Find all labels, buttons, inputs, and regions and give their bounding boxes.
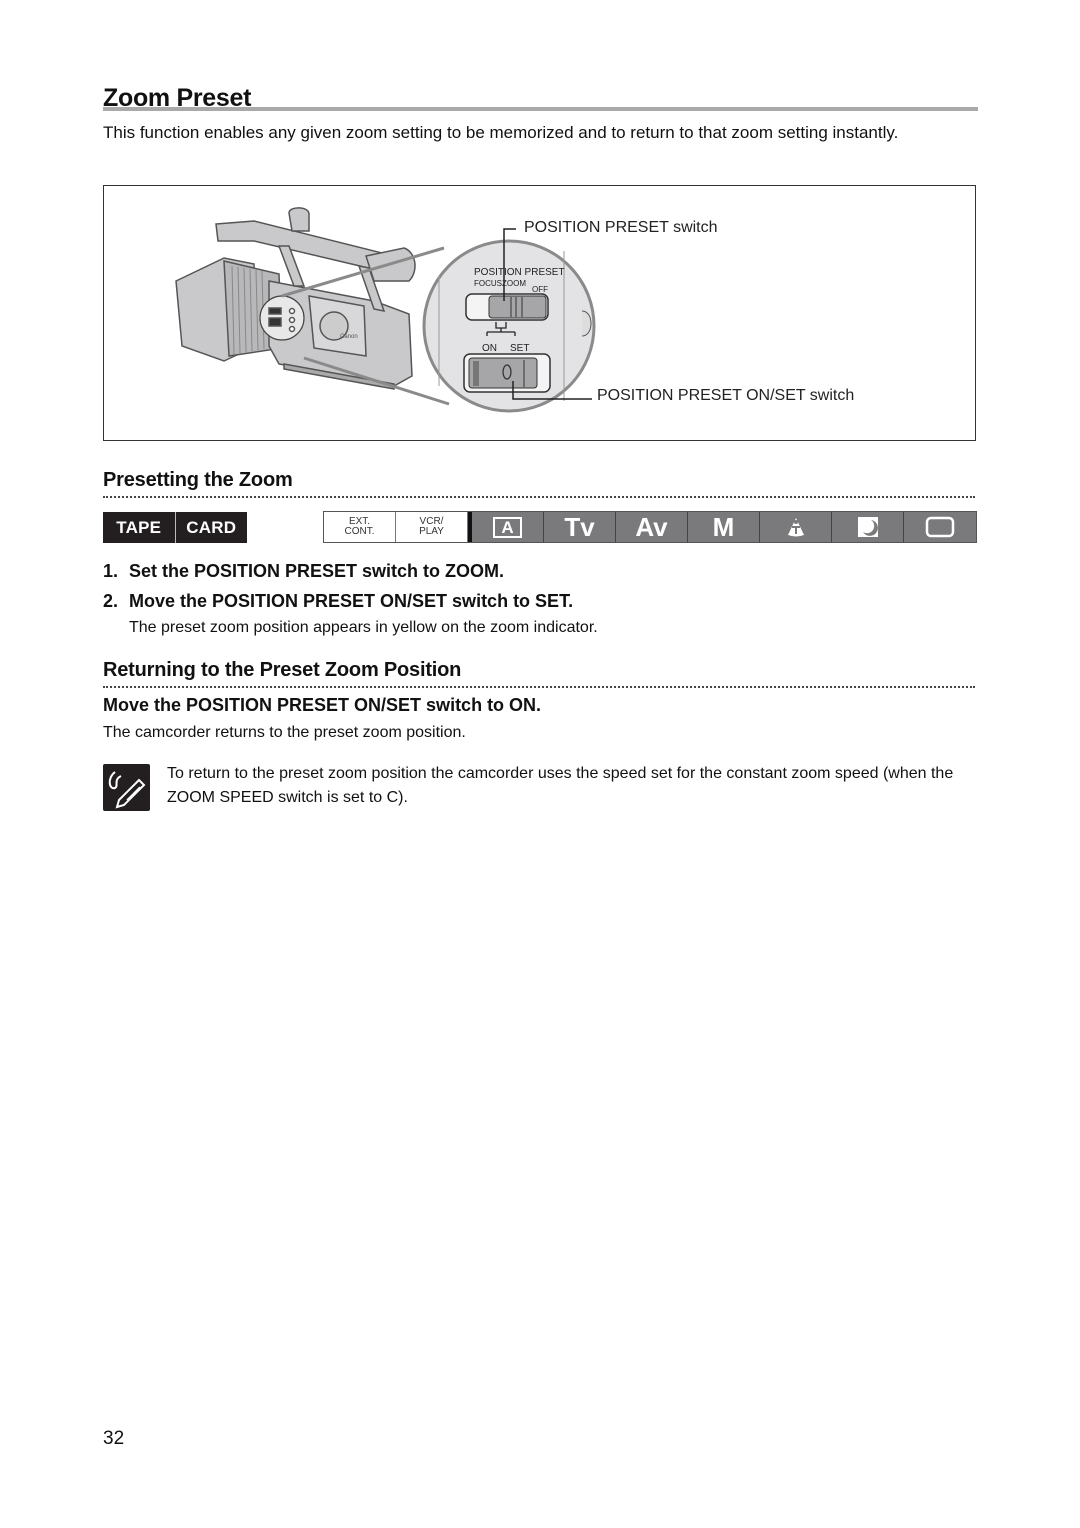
- tv-mode-label: Tv: [564, 511, 595, 542]
- title-underline: [103, 107, 978, 111]
- tv-mode-icon: Tv: [544, 512, 616, 542]
- switch-label-on: ON: [482, 343, 497, 354]
- step-1-number: 1.: [103, 561, 119, 581]
- section-heading-presetting: Presetting the Zoom: [103, 469, 293, 491]
- section-divider: [103, 496, 975, 498]
- mode-availability-bar: EXT. CONT. VCR/ PLAY A Tv Av M: [323, 511, 977, 543]
- section-heading-returning: Returning to the Preset Zoom Position: [103, 659, 462, 681]
- switch-label-focus: FOCUS: [474, 279, 502, 288]
- switch-label-position-preset: POSITION PRESET: [474, 267, 565, 278]
- step-2-note: The preset zoom position appears in yell…: [129, 619, 598, 636]
- spotlight-mode-icon: [760, 512, 832, 542]
- callout-on-set-switch: POSITION PRESET ON/SET switch: [597, 387, 855, 404]
- step-2: 2. Move the POSITION PRESET ON/SET switch…: [103, 591, 573, 612]
- night-mode-icon: [832, 512, 904, 542]
- media-compatibility-badge: TAPE CARD: [103, 512, 247, 543]
- media-tape-label: TAPE: [116, 517, 162, 537]
- intro-paragraph: This function enables any given zoom set…: [103, 123, 899, 142]
- switch-label-zoom: ZOOM: [502, 279, 526, 288]
- mode-vcr-play: VCR/ PLAY: [396, 512, 468, 542]
- note-pencil-icon: [103, 764, 150, 811]
- figure-frame: Canon POSITION PRESET FOCUS ZOOM OFF ON …: [103, 185, 976, 441]
- manual-mode-label: M: [712, 511, 735, 542]
- av-mode-label: Av: [635, 511, 668, 542]
- brand-label: Canon: [340, 334, 358, 340]
- auto-mode-icon: A: [472, 512, 544, 542]
- callout-position-preset-switch: POSITION PRESET switch: [524, 219, 718, 236]
- return-result: The camcorder returns to the preset zoom…: [103, 724, 466, 741]
- manual-mode-icon: M: [688, 512, 760, 542]
- switch-label-set: SET: [510, 343, 529, 354]
- step-2-number: 2.: [103, 591, 119, 611]
- mode-cont-line2: CONT.: [344, 526, 375, 537]
- return-instruction: Move the POSITION PRESET ON/SET switch t…: [103, 695, 542, 715]
- step-1: 1. Set the POSITION PRESET switch to ZOOM…: [103, 561, 504, 582]
- mode-play-line2: PLAY: [419, 526, 444, 537]
- switch-closeup-illustration: POSITION PRESET FOCUS ZOOM OFF ON SET: [422, 239, 596, 413]
- note-text: To return to the preset zoom position th…: [167, 765, 954, 806]
- page-number: 32: [103, 1428, 125, 1449]
- media-card-label: CARD: [186, 517, 237, 537]
- switch-label-off: OFF: [532, 285, 548, 294]
- section-divider: [103, 686, 975, 688]
- easy-recording-icon: [904, 512, 976, 542]
- auto-mode-label: A: [493, 516, 522, 538]
- camcorder-icon: [175, 207, 416, 390]
- step-1-text: Set the POSITION PRESET switch to ZOOM.: [129, 561, 505, 581]
- av-mode-icon: Av: [616, 512, 688, 542]
- step-2-text: Move the POSITION PRESET ON/SET switch t…: [129, 591, 574, 611]
- mode-ext-cont: EXT. CONT.: [324, 512, 396, 542]
